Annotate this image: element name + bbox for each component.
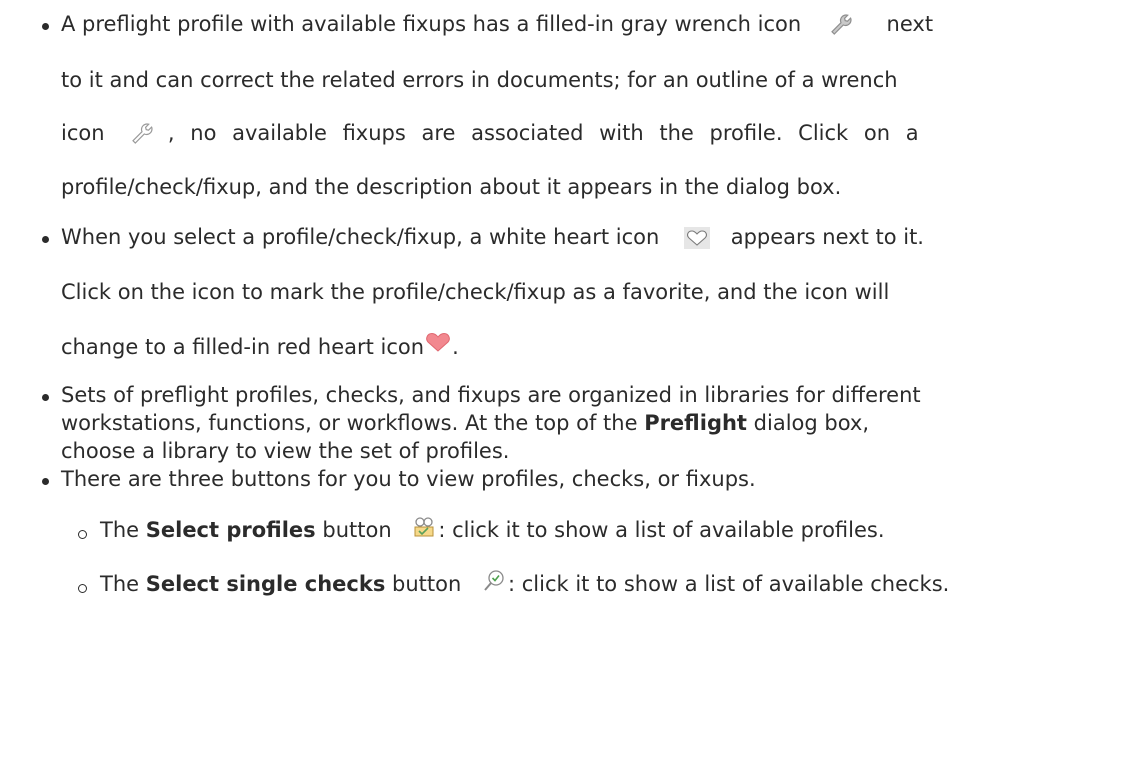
bullet3-line2: workstations, functions, or workflows. A… — [61, 411, 869, 435]
text-span: . — [452, 335, 459, 359]
sub1-line: The Select profiles button : click it to… — [100, 515, 885, 543]
bullet3-line3: choose a library to view the set of prof… — [61, 439, 510, 463]
bullet4-line1: There are three buttons for you to view … — [61, 467, 756, 491]
text-span: A preflight profile with available fixup… — [61, 12, 802, 36]
bullet3-line1: Sets of preflight profiles, checks, and … — [61, 383, 921, 407]
text-span: The — [100, 518, 140, 542]
text-span: icon — [61, 121, 105, 145]
bullet1-line2: to it and can correct the related errors… — [61, 68, 898, 92]
text-span: The — [100, 572, 140, 596]
preflight-bold: Preflight — [644, 411, 747, 435]
text-span: appears next to it. — [730, 225, 924, 249]
sub-bullet-marker — [78, 584, 87, 593]
bullet-marker — [42, 478, 49, 485]
text-span: change to a filled-in red heart icon — [61, 335, 425, 359]
bullet2-line2: Click on the icon to mark the profile/ch… — [61, 280, 890, 304]
text-span: : click it to show a list of available p… — [438, 518, 885, 542]
text-span: : click it to show a list of available c… — [507, 572, 950, 596]
text-span: next — [886, 12, 934, 36]
sub-bullet-marker — [78, 530, 87, 539]
bullet1-line3: icon , no available fixups are associate… — [61, 121, 1081, 147]
select-single-checks-bold: Select single checks — [145, 572, 386, 596]
bullet2-line1: When you select a profile/check/fixup, a… — [61, 225, 924, 249]
bullet-marker — [42, 23, 49, 30]
text-span: workstations, functions, or workflows. A… — [61, 411, 638, 435]
bullet1-line4: profile/check/fixup, and the description… — [61, 175, 842, 199]
select-profiles-icon — [412, 515, 436, 539]
bullet-marker — [42, 236, 49, 243]
text-span: When you select a profile/check/fixup, a… — [61, 225, 660, 249]
sub2-line: The Select single checks button : click … — [100, 569, 950, 597]
heart-white-icon — [684, 227, 711, 249]
heart-red-icon — [424, 331, 452, 353]
bullet1-line1: A preflight profile with available fixup… — [61, 12, 933, 38]
document-page: A preflight profile with available fixup… — [0, 0, 1128, 760]
text-span: , no available fixups are associated wit… — [167, 121, 919, 145]
wrench-filled-icon — [828, 12, 854, 38]
text-span: button — [322, 518, 392, 542]
text-span: button — [392, 572, 462, 596]
text-span: dialog box, — [753, 411, 870, 435]
select-profiles-bold: Select profiles — [145, 518, 316, 542]
bullet-marker — [42, 394, 49, 401]
wrench-outline-icon — [129, 121, 155, 147]
select-checks-icon — [482, 569, 506, 593]
bullet2-line3: change to a filled-in red heart icon . — [61, 332, 459, 359]
